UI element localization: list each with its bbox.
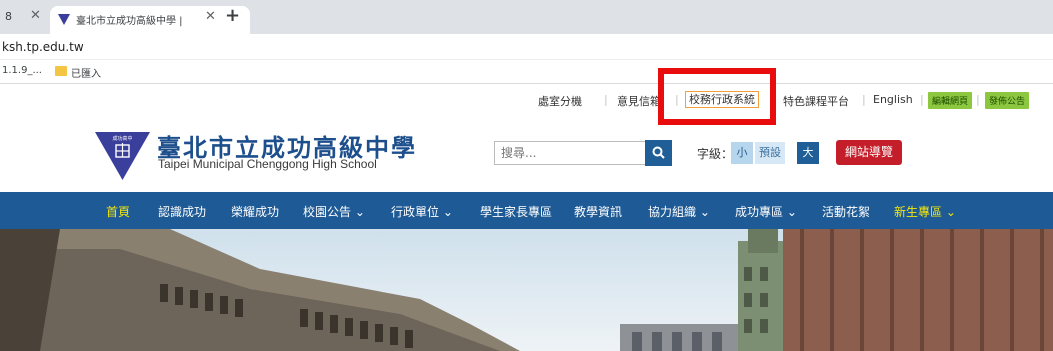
address-bar[interactable]: ksh.tp.edu.tw <box>0 34 1053 60</box>
previous-tab-fragment[interactable]: 8 <box>5 10 12 23</box>
bookmark-item[interactable]: 1.1.9_... <box>2 65 42 76</box>
nav-item-activities[interactable]: 活動花絮 <box>822 203 870 220</box>
separator: | <box>920 93 924 106</box>
separator: | <box>604 93 608 106</box>
opinion-mailbox-link[interactable]: 意見信箱 <box>617 93 661 109</box>
course-platform-link[interactable]: 特色課程平台 <box>783 93 849 109</box>
utility-links: 處室分機 | 意見信箱 | 校務行政系統 | 特色課程平台 | English … <box>0 91 1053 109</box>
separator: | <box>862 93 866 106</box>
font-size-label: 字級： <box>697 147 734 161</box>
nav-item-new-students[interactable]: 新生專區 ⌄ <box>894 203 956 220</box>
close-tab-icon[interactable]: ✕ <box>205 9 216 24</box>
bookmark-folder-imported[interactable]: 已匯入 <box>71 65 101 80</box>
school-logo-icon: 成功高中 <box>95 132 150 180</box>
font-size-small-button[interactable]: 小 <box>731 142 753 164</box>
english-link[interactable]: English <box>873 93 913 106</box>
office-extension-link[interactable]: 處室分機 <box>538 93 582 109</box>
campus-hero-image <box>0 229 1053 351</box>
search-button[interactable] <box>645 140 672 166</box>
font-size-default-button[interactable]: 預設 <box>755 142 785 164</box>
separator: | <box>976 93 980 106</box>
nav-item-admin-units[interactable]: 行政單位 ⌄ <box>391 203 453 220</box>
post-notice-button[interactable]: 發佈公告 <box>985 92 1030 109</box>
close-tab-icon[interactable]: ✕ <box>30 8 41 23</box>
sitemap-button[interactable]: 網站導覽 <box>836 140 902 165</box>
logo-badge-text: 成功高中 <box>112 135 132 142</box>
nav-item-partner-orgs[interactable]: 協力組織 ⌄ <box>648 203 710 220</box>
nav-item-announcements[interactable]: 校園公告 ⌄ <box>303 203 365 220</box>
edit-page-button[interactable]: 編輯網頁 <box>928 92 973 109</box>
folder-icon <box>55 66 67 76</box>
nav-item-about[interactable]: 認識成功 <box>158 203 206 220</box>
bookmarks-bar: 1.1.9_... 已匯入 <box>0 60 1053 84</box>
browser-tab-bar: 8 ✕ 臺北市立成功高級中學 | ✕ + <box>0 0 1053 34</box>
search-input[interactable] <box>494 141 646 165</box>
nav-item-chenggong-zone[interactable]: 成功專區 ⌄ <box>735 203 797 220</box>
main-navigation: 首頁 認識成功 榮耀成功 校園公告 ⌄ 行政單位 ⌄ 學生家長專區 教學資訊 協… <box>0 192 1053 229</box>
nav-item-honors[interactable]: 榮耀成功 <box>231 203 279 220</box>
nav-item-teaching-info[interactable]: 教學資訊 <box>574 203 622 220</box>
school-name-english: Taipei Municipal Chenggong High School <box>158 157 377 171</box>
url-text[interactable]: ksh.tp.edu.tw <box>2 40 84 54</box>
highlight-annotation-box <box>658 68 776 125</box>
active-tab[interactable]: 臺北市立成功高級中學 | ✕ <box>50 6 250 34</box>
nav-item-home[interactable]: 首頁 <box>106 203 130 220</box>
search-icon <box>652 146 665 159</box>
nav-item-students-parents[interactable]: 學生家長專區 <box>480 203 552 220</box>
new-tab-button[interactable]: + <box>225 5 240 26</box>
font-size-large-button[interactable]: 大 <box>797 142 819 164</box>
school-favicon-icon <box>58 14 70 25</box>
tab-title: 臺北市立成功高級中學 | <box>76 16 183 27</box>
